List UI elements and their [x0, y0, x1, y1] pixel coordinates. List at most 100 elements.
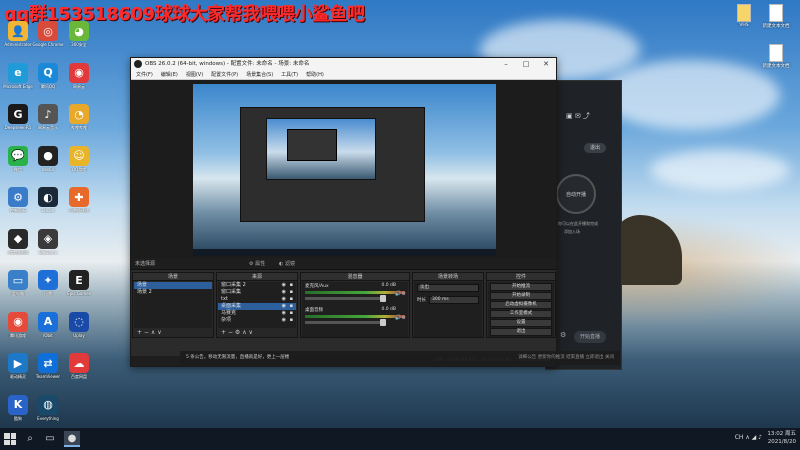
- desktop-shortcut[interactable]: ◎ Google Chrome: [32, 21, 64, 47]
- clock[interactable]: 13:02 周五 2021/8/20: [767, 430, 796, 446]
- filters-button[interactable]: ◐ 滤镜: [279, 258, 295, 270]
- menu-scene-collection[interactable]: 场景集合(S): [246, 70, 273, 79]
- duration-input[interactable]: 300 ms: [429, 296, 479, 304]
- start-live-button[interactable]: 开始直播: [574, 331, 606, 343]
- slider-handle[interactable]: [380, 319, 386, 326]
- lock-icon[interactable]: ▪: [290, 296, 293, 303]
- desktop-file[interactable]: 新建文本文档: [756, 4, 796, 29]
- notification-actions[interactable]: 详细公告 更新你的推流 结束直播 立即退出 关闭: [518, 351, 614, 365]
- auto-live-button[interactable]: 自动开播: [556, 174, 596, 214]
- source-item[interactable]: 马赛克 ◉ ▪: [218, 310, 296, 317]
- desktop-file[interactable]: 新建文本文档: [756, 44, 796, 69]
- exit-button[interactable]: 退出: [490, 328, 552, 336]
- eye-icon[interactable]: ◉: [282, 296, 286, 303]
- desktop-shortcut[interactable]: A IObit: [32, 311, 64, 338]
- lock-icon[interactable]: ▪: [290, 289, 293, 296]
- studio-mode-button[interactable]: 工作室模式: [490, 310, 552, 318]
- desktop-shortcut[interactable]: ▶ 驱动精灵: [2, 353, 34, 379]
- menu-help[interactable]: 帮助(H): [306, 70, 324, 79]
- desktop-shortcut[interactable]: ◉ 腾讯游戏: [2, 311, 34, 338]
- source-item[interactable]: 杂项 ◉ ▪: [218, 317, 296, 324]
- volume-slider[interactable]: [305, 295, 386, 302]
- source-item[interactable]: 窗口采集 ◉ ▪: [218, 289, 296, 296]
- move-down-icon[interactable]: ∨: [249, 329, 253, 336]
- app-icon: ◆: [8, 228, 28, 249]
- windows-start-icon[interactable]: [4, 433, 16, 445]
- eye-icon[interactable]: ◉: [282, 282, 286, 289]
- desktop-shortcut[interactable]: ◉ 网易云: [63, 62, 95, 89]
- task-view-icon[interactable]: ▭: [42, 431, 58, 447]
- eye-icon[interactable]: ◉: [282, 317, 286, 324]
- desktop-shortcut[interactable]: ⇄ TeamViewer: [32, 353, 64, 379]
- speaker-gear-icons[interactable]: 🔊⚙: [395, 291, 406, 297]
- gear-icon[interactable]: ⚙: [235, 329, 240, 336]
- settings-gear-icon[interactable]: ⚙: [560, 331, 566, 339]
- exit-pill-button[interactable]: 退出: [584, 143, 606, 153]
- desktop-shortcut[interactable]: ☺ QQ游戏: [63, 145, 95, 172]
- nested-taskbar: [193, 249, 496, 256]
- desktop-shortcut[interactable]: Q 腾讯QQ: [32, 62, 64, 89]
- desktop-shortcut[interactable]: ▭ 此电脑: [2, 270, 34, 296]
- move-down-icon[interactable]: ∨: [157, 329, 161, 336]
- start-virtual-camera-button[interactable]: 启动虚拟摄像机: [490, 301, 552, 309]
- desktop-shortcut[interactable]: E Epic Games: [63, 270, 95, 296]
- desktop-shortcut[interactable]: 💬 微信: [2, 145, 34, 172]
- menu-edit[interactable]: 编辑(E): [161, 70, 178, 79]
- move-up-icon[interactable]: ∧: [242, 329, 246, 336]
- desktop-shortcut[interactable]: ♪ 网易云音乐: [32, 104, 64, 130]
- start-streaming-button[interactable]: 开始推流: [490, 283, 552, 291]
- source-item[interactable]: 窗口采集 2 ◉ ▪: [218, 282, 296, 289]
- source-item[interactable]: 桌面采集 ◉ ▪: [218, 303, 296, 310]
- scene-item[interactable]: 场景 2: [134, 289, 212, 296]
- desktop-shortcut[interactable]: ✦ 迅雷: [32, 270, 64, 296]
- menu-view[interactable]: 视图(V): [186, 70, 203, 79]
- desktop-shortcut[interactable]: e Microsoft Edge: [2, 62, 34, 89]
- add-icon[interactable]: +: [137, 329, 142, 336]
- desktop-shortcut[interactable]: ✚ 迅雷极速版: [63, 187, 95, 213]
- desktop-shortcut[interactable]: ● obs64: [32, 145, 64, 172]
- system-tray-icons[interactable]: CH ∧ ◢ ♪: [735, 434, 762, 441]
- add-icon[interactable]: +: [221, 329, 226, 336]
- remove-icon[interactable]: −: [144, 329, 149, 336]
- desktop-shortcut[interactable]: ☁ 百度网盘: [63, 353, 95, 379]
- desktop-shortcut[interactable]: ◍ Everything: [32, 394, 64, 421]
- start-recording-button[interactable]: 开始录制: [490, 292, 552, 300]
- desktop-shortcut[interactable]: ◈ WeGame: [32, 228, 64, 255]
- remove-icon[interactable]: −: [228, 329, 233, 336]
- close-icon[interactable]: ✕: [536, 58, 556, 70]
- desktop-shortcut[interactable]: ◕ 360安全: [63, 21, 95, 47]
- desktop-shortcut[interactable]: G Deepseek-R1: [2, 104, 34, 130]
- menu-tools[interactable]: 工具(T): [281, 70, 298, 79]
- slider-handle[interactable]: [380, 295, 386, 302]
- obs-taskbar-icon[interactable]: ●: [64, 431, 80, 447]
- search-icon[interactable]: ⌕: [22, 431, 38, 447]
- desktop-shortcut[interactable]: 👤 Administrator: [2, 21, 34, 47]
- lock-icon[interactable]: ▪: [290, 317, 293, 324]
- menu-profile[interactable]: 配置文件(P): [211, 70, 238, 79]
- lock-icon[interactable]: ▪: [290, 282, 293, 289]
- settings-button[interactable]: 设置: [490, 319, 552, 327]
- menu-file[interactable]: 文件(F): [136, 70, 153, 79]
- scene-item[interactable]: 场景: [134, 282, 212, 289]
- eye-icon[interactable]: ◉: [282, 303, 286, 310]
- minimize-icon[interactable]: –: [496, 58, 516, 70]
- desktop-shortcut[interactable]: ◌ Uplay: [63, 311, 95, 338]
- desktop-shortcut[interactable]: ◆ 游戏加速器: [2, 228, 34, 255]
- move-up-icon[interactable]: ∧: [151, 329, 155, 336]
- volume-slider[interactable]: [305, 319, 386, 326]
- eye-icon[interactable]: ◉: [282, 289, 286, 296]
- desktop-shortcut[interactable]: ◐ Steam: [32, 187, 64, 213]
- speaker-gear-icons[interactable]: 🔊⚙: [395, 315, 406, 321]
- desktop-shortcut[interactable]: ⚙ 控制面板: [2, 187, 34, 213]
- desktop-shortcut[interactable]: ◔ 哔哩哔哩: [63, 104, 95, 130]
- transition-select[interactable]: 淡出: [417, 284, 479, 292]
- shortcut-label: WeGame: [38, 249, 58, 255]
- desktop-shortcut[interactable]: K 酷狗: [2, 394, 34, 421]
- source-item[interactable]: txt ◉ ▪: [218, 296, 296, 303]
- eye-icon[interactable]: ◉: [282, 310, 286, 317]
- maximize-icon[interactable]: □: [516, 58, 536, 70]
- properties-button[interactable]: ⚙ 属性: [249, 258, 265, 270]
- preview-canvas[interactable]: [131, 80, 556, 258]
- lock-icon[interactable]: ▪: [290, 303, 293, 310]
- lock-icon[interactable]: ▪: [290, 310, 293, 317]
